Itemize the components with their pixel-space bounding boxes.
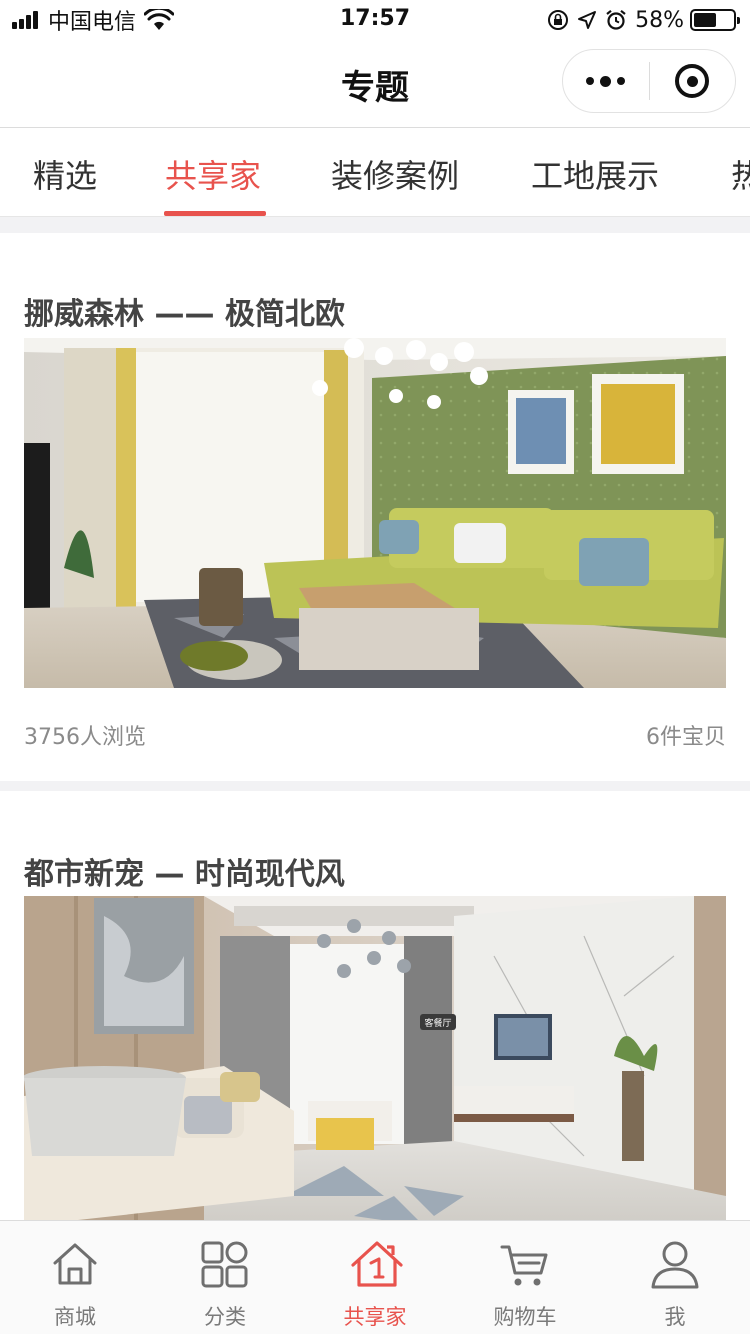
bottom-tab-bar: 商城 分类 共享家 购物车 我 [0, 1220, 750, 1334]
living-room-photo [24, 338, 726, 688]
target-circle-icon [675, 64, 710, 98]
topic-list[interactable]: 挪威森林 —— 极简北欧 3756人浏览 6件宝贝 都市新宠 — 时尚现代风 客… [0, 217, 750, 1220]
location-arrow-icon [578, 11, 597, 29]
tab-label: 共享家 [343, 1305, 407, 1329]
navigation-bar: 专题 [0, 40, 750, 128]
rotation-lock-icon [548, 10, 569, 30]
topic-tabs: 精选 共享家 装修案例 工地展示 热 [0, 129, 750, 217]
tab-label: 商城 [54, 1305, 96, 1329]
card-title: 都市新宠 — 时尚现代风 [24, 857, 345, 892]
tab-category[interactable]: 分类 [150, 1221, 300, 1334]
card-cover-image[interactable]: 客餐厅 [24, 896, 726, 1220]
tab-shared-home[interactable]: 共享家 [165, 151, 261, 197]
tab-shared-home-nav[interactable]: 共享家 [300, 1221, 450, 1334]
card-title: 挪威森林 —— 极简北欧 [24, 297, 345, 332]
battery-icon [690, 9, 740, 31]
cart-icon [500, 1245, 548, 1286]
tab-renovation-cases[interactable]: 装修案例 [331, 151, 459, 197]
mini-program-capsule [562, 49, 736, 113]
more-button[interactable] [563, 50, 649, 112]
category-grid-icon [201, 1241, 248, 1288]
tab-featured[interactable]: 精选 [33, 151, 97, 197]
item-count: 6件宝贝 [646, 725, 726, 750]
tab-hot[interactable]: 热 [731, 151, 750, 197]
tab-site-showcase[interactable]: 工地展示 [531, 151, 659, 197]
tab-label: 我 [664, 1305, 686, 1329]
tab-mall[interactable]: 商城 [0, 1221, 150, 1334]
active-tab-indicator [164, 211, 266, 216]
shared-home-icon [351, 1241, 403, 1287]
modern-living-room-photo: 客餐厅 [24, 896, 726, 1220]
view-count: 3756人浏览 [24, 725, 146, 750]
scene-label: 客餐厅 [424, 1017, 451, 1029]
tab-me[interactable]: 我 [600, 1221, 750, 1334]
close-button[interactable] [650, 50, 736, 112]
home-icon [53, 1243, 97, 1285]
tab-label: 购物车 [493, 1305, 557, 1329]
tab-cart[interactable]: 购物车 [450, 1221, 600, 1334]
user-icon [651, 1241, 699, 1289]
tab-label: 分类 [204, 1305, 246, 1329]
alarm-icon [606, 9, 626, 30]
card-cover-image[interactable] [24, 338, 726, 688]
more-dots-icon [586, 77, 595, 85]
status-bar: 中国电信 17:57 58% [0, 0, 750, 40]
battery-percent: 58% [635, 7, 684, 33]
topic-card[interactable]: 都市新宠 — 时尚现代风 客餐厅 [0, 791, 750, 1220]
topic-card[interactable]: 挪威森林 —— 极简北欧 3756人浏览 6件宝贝 [0, 233, 750, 781]
